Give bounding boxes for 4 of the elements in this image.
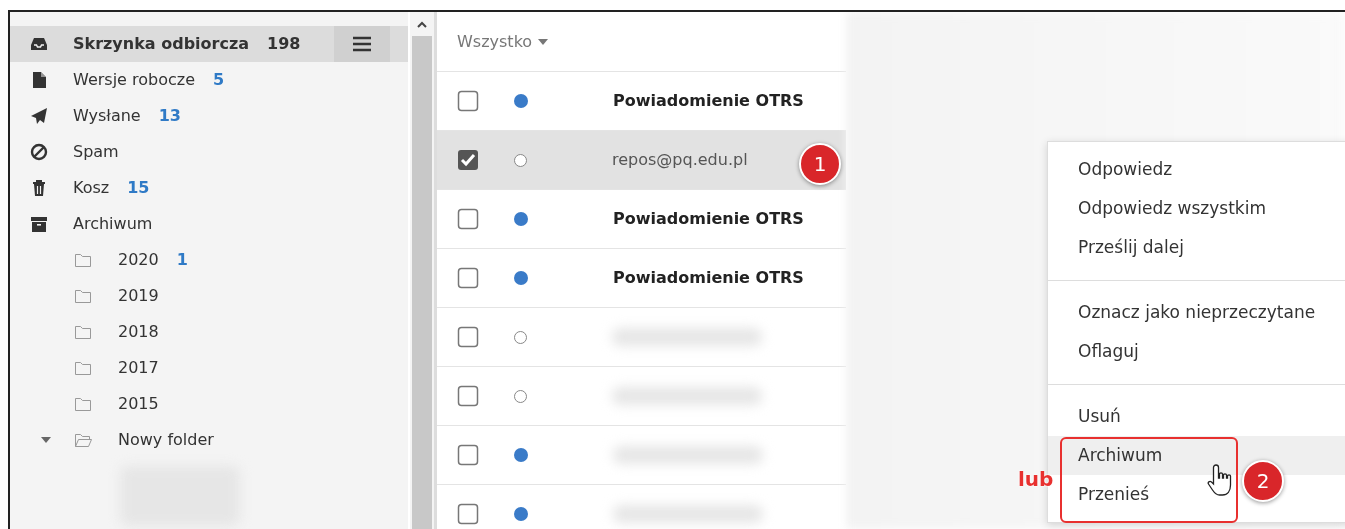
- sender-text: Powiadomienie OTRS: [613, 208, 804, 230]
- sender-text: Powiadomienie OTRS: [613, 90, 804, 112]
- sender-text: repos@pq.edu.pl: [612, 149, 748, 171]
- sender-text: Powiadomienie OTRS: [613, 267, 804, 289]
